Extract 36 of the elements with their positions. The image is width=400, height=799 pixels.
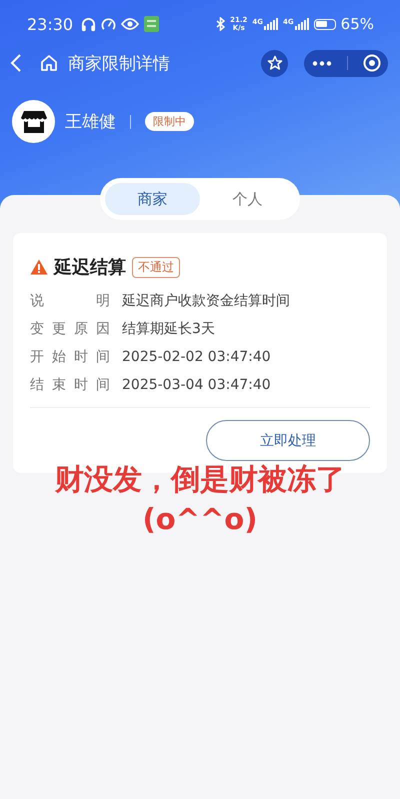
status-time: 23:30 bbox=[27, 14, 74, 34]
card-title: 延迟结算 bbox=[54, 256, 126, 279]
battery-icon bbox=[314, 18, 336, 30]
close-icon[interactable] bbox=[362, 54, 380, 72]
speedometer-icon bbox=[101, 16, 116, 32]
result-tag: 不通过 bbox=[132, 256, 180, 278]
more-icon[interactable] bbox=[312, 60, 332, 66]
app-notification-icon bbox=[144, 16, 160, 32]
signal-icon bbox=[264, 18, 278, 30]
warning-icon bbox=[30, 259, 48, 275]
star-icon bbox=[266, 55, 282, 71]
tab[interactable]: 商家 bbox=[105, 183, 200, 215]
status-badge: 限制中 bbox=[145, 112, 194, 131]
field-value: 2025-02-02 03:47:40 bbox=[122, 348, 271, 367]
field-label: 说明 bbox=[30, 292, 110, 311]
back-icon[interactable] bbox=[10, 54, 22, 72]
page-title: 商家限制详情 bbox=[68, 52, 170, 74]
handle-now-button[interactable]: 立即处理 bbox=[206, 420, 370, 461]
eye-icon bbox=[121, 17, 140, 31]
headphones-icon bbox=[81, 16, 96, 32]
caption-text: (o^^o) bbox=[142, 501, 258, 538]
field-label: 结束时间 bbox=[30, 376, 110, 395]
signal-icon bbox=[294, 18, 309, 30]
store-avatar bbox=[12, 100, 55, 143]
favorite-button[interactable] bbox=[261, 50, 288, 76]
field-label: 开始时间 bbox=[30, 348, 110, 367]
home-icon[interactable] bbox=[40, 54, 58, 72]
field-value: 结算期延长3天 bbox=[122, 320, 215, 339]
tab[interactable]: 个人 bbox=[200, 183, 295, 215]
field-label: 变更原因 bbox=[30, 320, 110, 339]
bluetooth-icon bbox=[216, 17, 226, 31]
field-value: 延迟商户收款资金结算时间 bbox=[122, 292, 290, 311]
battery-percent: 65% bbox=[340, 15, 374, 33]
field-value: 2025-03-04 03:47:40 bbox=[122, 376, 271, 395]
caption-text: 财没发，倒是财被冻了 bbox=[54, 461, 346, 498]
merchant-name: 王雄健 bbox=[65, 111, 116, 133]
